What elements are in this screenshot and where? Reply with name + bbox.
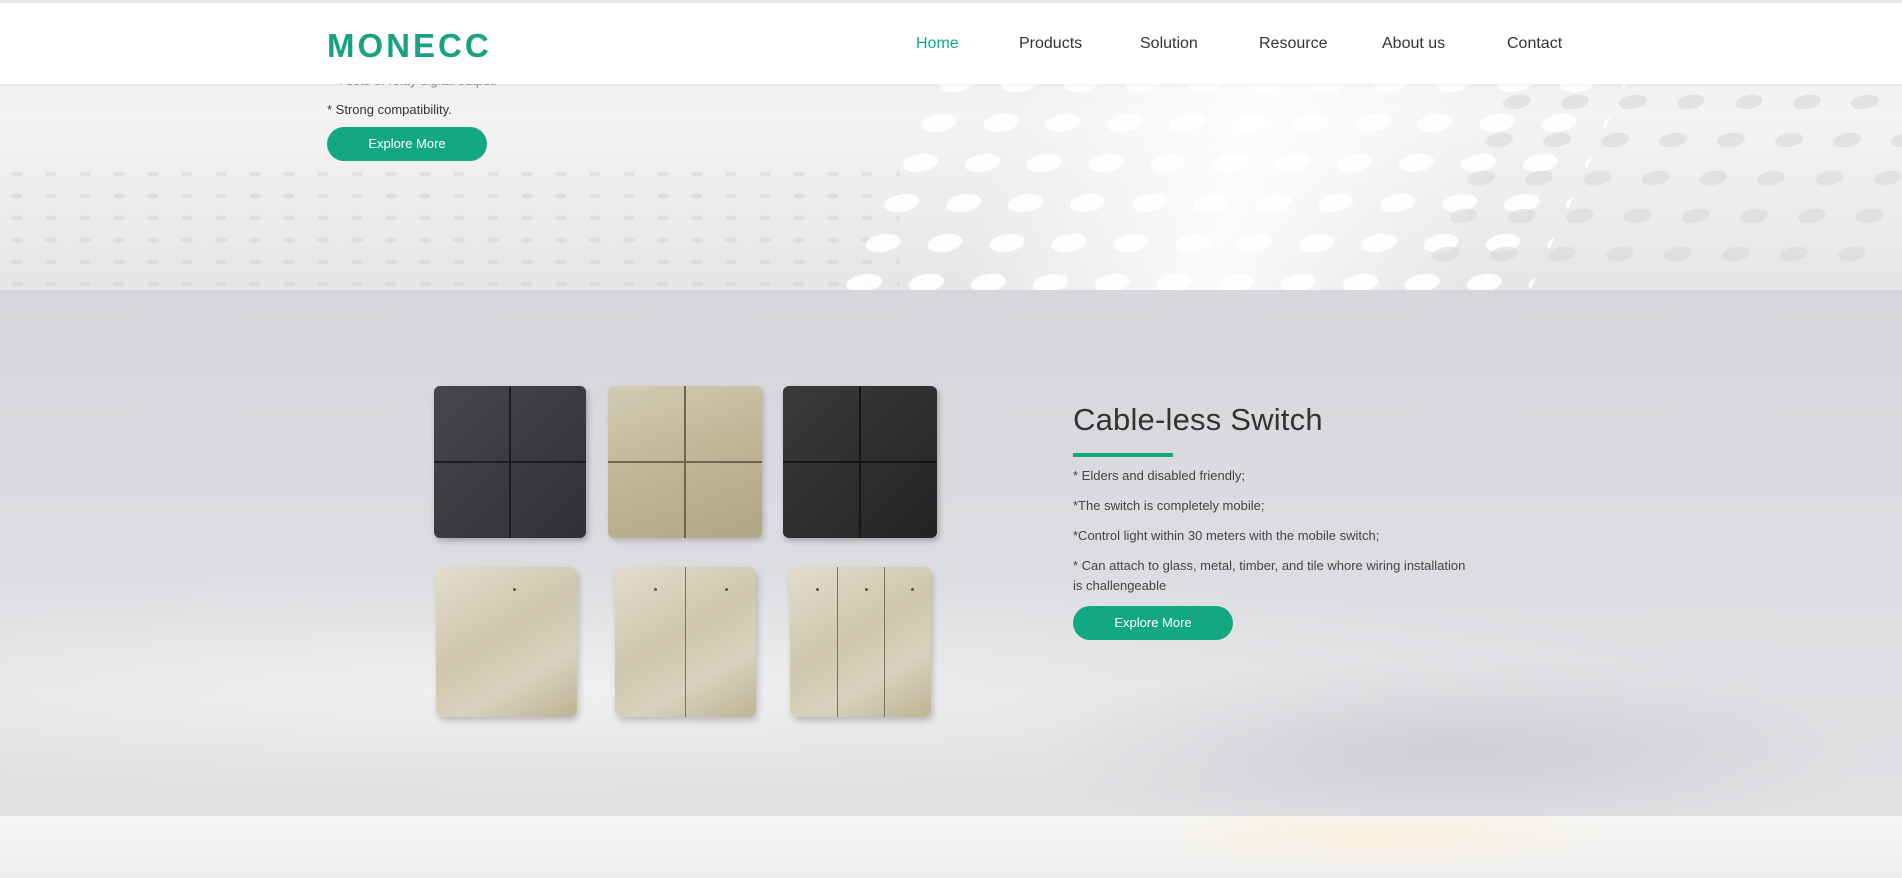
product-section [0, 290, 1902, 816]
nav-about-us[interactable]: About us [1382, 35, 1445, 53]
next-section-background [1180, 816, 1680, 878]
switch-image-champagne-1gang [436, 567, 577, 717]
switch-image-champagne-3gang [790, 567, 931, 717]
next-section [0, 816, 1902, 878]
site-header: MONECC Home Products Solution Resource A… [0, 3, 1902, 84]
product-explore-more-button[interactable]: Explore More [1073, 606, 1233, 640]
product-title: Cable-less Switch [1073, 402, 1323, 437]
nav-contact[interactable]: Contact [1507, 35, 1562, 53]
switch-image-champagne-2gang [615, 567, 756, 717]
hero-text-block: * 4 sets of relay digital output. * Stro… [327, 73, 498, 161]
hero-explore-more-button[interactable]: Explore More [327, 127, 487, 161]
title-underline [1073, 453, 1173, 457]
hero-feature-line: * Strong compatibility. [327, 102, 452, 117]
nav-home[interactable]: Home [916, 35, 959, 53]
feature-line: *The switch is completely mobile; [1073, 498, 1265, 513]
hero-background-pattern [0, 163, 900, 290]
feature-line: * Can attach to glass, metal, timber, an… [1073, 558, 1466, 593]
brand-logo[interactable]: MONECC [327, 27, 492, 65]
feature-line: *Control light within 30 meters with the… [1073, 528, 1380, 543]
product-info: Cable-less Switch * Elders and disabled … [1073, 402, 1473, 640]
switch-image-black-4gang [783, 386, 937, 538]
nav-solution[interactable]: Solution [1140, 35, 1198, 53]
feature-line: * Elders and disabled friendly; [1073, 468, 1245, 483]
switch-image-dark-4gang [434, 386, 586, 538]
product-background-shadow [1000, 650, 1900, 816]
switch-image-gold-4gang [608, 386, 762, 538]
nav-products[interactable]: Products [1019, 35, 1082, 53]
nav-resource[interactable]: Resource [1259, 35, 1327, 53]
